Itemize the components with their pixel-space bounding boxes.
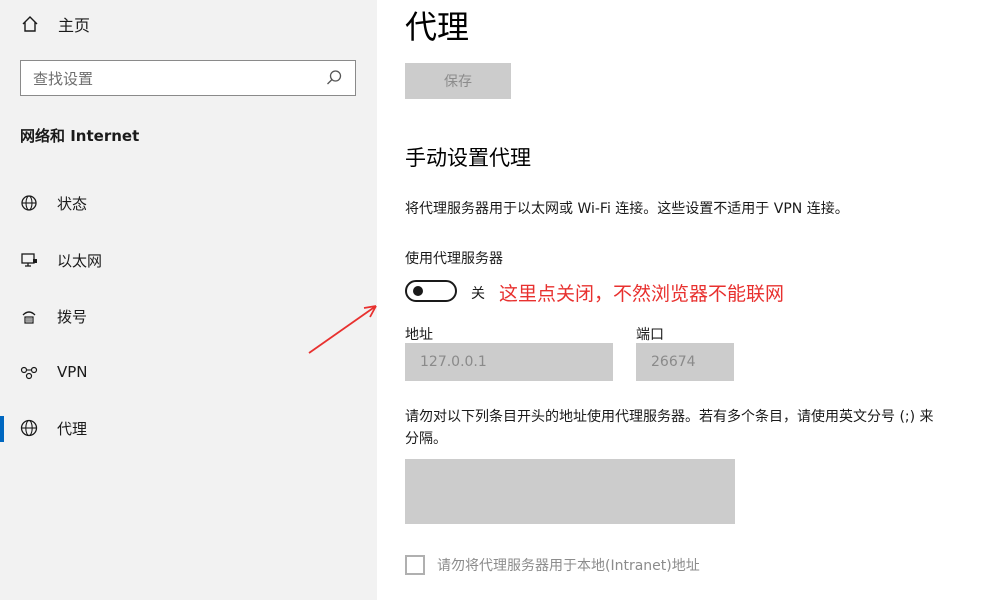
manual-proxy-description: 将代理服务器用于以太网或 Wi-Fi 连接。这些设置不适用于 VPN 连接。 (405, 201, 849, 217)
sidebar-item-label: 以太网 (57, 251, 103, 270)
sidebar-item-status[interactable]: 状态 (0, 183, 377, 223)
exceptions-textarea[interactable] (405, 459, 735, 524)
main-panel: 代理 保存 手动设置代理 将代理服务器用于以太网或 Wi-Fi 连接。这些设置不… (377, 0, 992, 600)
address-label: 地址 (405, 327, 433, 343)
bypass-local-row[interactable]: 请勿将代理服务器用于本地(Intranet)地址 (405, 555, 700, 575)
search-box[interactable]: 查找设置 (20, 60, 356, 96)
toggle-state-label: 关 (471, 286, 485, 302)
sidebar-item-label: VPN (57, 363, 88, 381)
bypass-local-label: 请勿将代理服务器用于本地(Intranet)地址 (437, 558, 700, 574)
home-icon (20, 14, 40, 34)
toggle-knob (413, 286, 423, 296)
monitor-ethernet-icon (20, 251, 38, 269)
search-input[interactable]: 查找设置 (33, 68, 325, 89)
use-proxy-label: 使用代理服务器 (405, 251, 503, 267)
sidebar-item-label: 状态 (57, 194, 88, 213)
sidebar-item-label: 拨号 (57, 307, 88, 326)
port-label: 端口 (636, 327, 664, 343)
use-proxy-toggle[interactable] (405, 280, 457, 302)
annotation-text: 这里点关闭，不然浏览器不能联网 (499, 283, 785, 305)
active-indicator (0, 416, 4, 442)
address-field[interactable]: 127.0.0.1 (405, 343, 613, 381)
sidebar-home[interactable]: 主页 (20, 10, 90, 38)
page-title: 代理 (405, 8, 470, 46)
home-label: 主页 (58, 16, 91, 35)
annotation-arrow-icon (308, 305, 377, 354)
save-button[interactable]: 保存 (405, 63, 511, 99)
globe-status-icon (20, 194, 38, 212)
section-title: 网络和 Internet (20, 127, 140, 145)
manual-proxy-heading: 手动设置代理 (405, 146, 531, 170)
sidebar-item-proxy[interactable]: 代理 (0, 408, 377, 448)
exceptions-description: 请勿对以下列条目开头的地址使用代理服务器。若有多个条目，请使用英文分号 (;) … (405, 409, 934, 447)
vpn-icon (20, 363, 38, 381)
bypass-local-checkbox[interactable] (405, 555, 425, 575)
dialup-icon (20, 307, 38, 325)
sidebar-item-label: 代理 (57, 419, 88, 438)
search-icon[interactable] (325, 69, 343, 87)
sidebar-item-ethernet[interactable]: 以太网 (0, 240, 377, 280)
globe-icon (20, 419, 38, 437)
port-field[interactable]: 26674 (636, 343, 734, 381)
